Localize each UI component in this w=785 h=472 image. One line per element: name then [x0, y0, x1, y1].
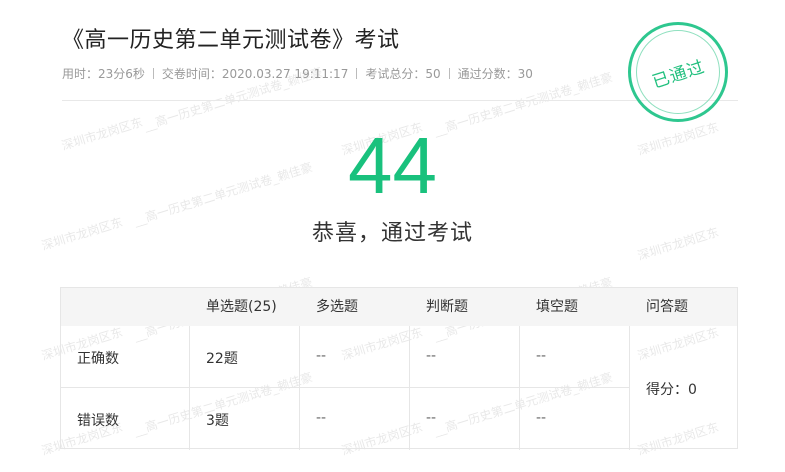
result-message: 恭喜，通过考试 — [311, 221, 473, 246]
row-label-correct: 正确数 — [77, 351, 119, 367]
stamp-label: 已通过 — [650, 56, 708, 93]
cell-multi-wrong: -- — [316, 410, 327, 426]
column-divider — [629, 326, 630, 450]
column-divider — [189, 326, 190, 450]
essay-score: 得分：0 — [646, 382, 697, 398]
exam-meta: 用时：23分6秒 交卷时间：2020.03.27 19:11:17 考试总分：50 通… — [62, 65, 533, 82]
row-label-wrong: 错误数 — [77, 413, 119, 429]
submit-time: 交卷时间：2020.03.27 19:11:17 — [161, 67, 349, 81]
cell-multi-correct: -- — [316, 348, 327, 364]
divider — [448, 68, 450, 79]
cell-fill-correct: -- — [536, 348, 547, 364]
divider — [152, 68, 154, 79]
divider — [356, 68, 358, 79]
cell-judge-wrong: -- — [426, 410, 437, 426]
exam-score: 44 — [348, 121, 437, 210]
time-used: 用时：23分6秒 — [62, 67, 145, 81]
pass-score: 通过分数：30 — [457, 67, 533, 81]
header-true-false: 判断题 — [426, 299, 468, 315]
column-divider — [519, 326, 520, 450]
table-header — [61, 288, 737, 326]
header-multi-choice: 多选题 — [316, 299, 358, 315]
exam-title: 《高一历史第二单元测试卷》考试 — [62, 28, 400, 53]
header-single-choice: 单选题(25) — [206, 299, 277, 315]
header-fill-blank: 填空题 — [536, 299, 578, 315]
cell-judge-correct: -- — [426, 348, 437, 364]
stamp-inner-ring: 已通过 — [636, 30, 720, 114]
passed-stamp: 已通过 — [628, 22, 728, 122]
header-essay: 问答题 — [646, 299, 688, 315]
column-divider — [409, 326, 410, 450]
cell-fill-wrong: -- — [536, 410, 547, 426]
total-score: 考试总分：50 — [365, 67, 441, 81]
cell-single-correct: 22题 — [206, 351, 238, 367]
column-divider — [299, 326, 300, 450]
row-divider — [61, 387, 629, 388]
cell-single-wrong: 3题 — [206, 413, 229, 429]
score-table: 单选题(25) 多选题 判断题 填空题 问答题 正确数 22题 -- -- --… — [60, 287, 738, 450]
